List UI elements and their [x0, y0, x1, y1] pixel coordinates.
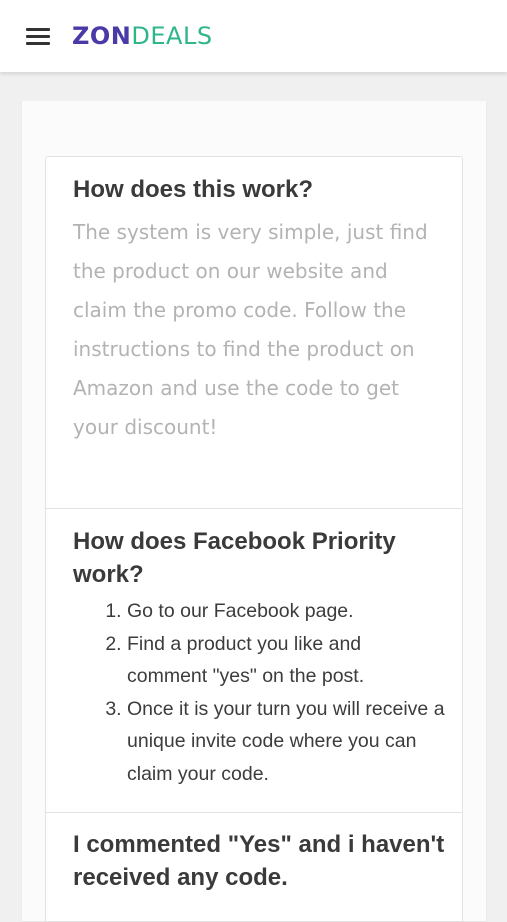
- faq-item: How does Facebook Priority work? Go to o…: [45, 508, 463, 812]
- zondeals-logo[interactable]: ZON DEALS: [72, 20, 213, 52]
- faq-question: I commented "Yes" and i haven't received…: [73, 831, 445, 891]
- faq-step: Once it is your turn you will receive a …: [127, 693, 445, 791]
- faq-step: Go to our Facebook page.: [127, 595, 445, 628]
- menu-line: [26, 28, 50, 31]
- faq-question: How does Facebook Priority work?: [73, 528, 396, 588]
- faq-steps-list: Go to our Facebook page. Find a product …: [73, 595, 445, 790]
- logo-deals-text: DEALS: [131, 22, 213, 50]
- menu-line: [26, 42, 50, 45]
- logo-zon-text: ZON: [72, 22, 132, 50]
- top-navigation-bar: ZON DEALS: [0, 0, 507, 72]
- faq-item: I commented "Yes" and i haven't received…: [45, 812, 463, 922]
- menu-line: [26, 35, 50, 38]
- faq-step: Find a product you like and comment "yes…: [127, 628, 445, 693]
- faq-answer: The system is very simple, just find the…: [73, 220, 428, 439]
- hamburger-menu-icon[interactable]: [24, 24, 54, 48]
- faq-question: How does this work?: [73, 176, 314, 203]
- faq-item: How does this work? The system is very s…: [45, 156, 463, 508]
